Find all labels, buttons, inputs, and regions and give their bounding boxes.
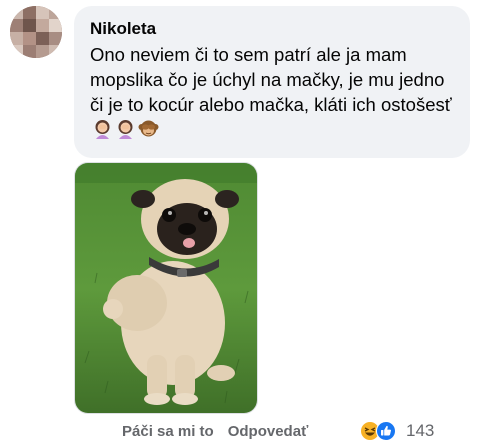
woman-facepalming-emoji <box>115 118 136 145</box>
comment-text: Ono neviem či to sem patrí ale ja mam mo… <box>90 42 454 145</box>
comment-bubble: Nikoleta Ono neviem či to sem patrí ale … <box>74 6 470 158</box>
comment-actions: Páči sa mi to Odpovedať <box>122 420 308 442</box>
pug-photo-image <box>75 163 257 413</box>
comment-line: ostošesť <box>381 94 452 115</box>
woman-facepalming-emoji <box>92 118 113 145</box>
reaction-count: 143 <box>406 421 435 440</box>
comment-photo[interactable] <box>74 162 258 414</box>
like-link[interactable]: Páči sa mi to <box>122 423 214 440</box>
reply-link[interactable]: Odpovedať <box>228 423 309 440</box>
avatar[interactable] <box>10 6 62 58</box>
reactions-summary[interactable]: 143 <box>360 419 434 443</box>
blurred-avatar-image <box>10 6 62 58</box>
like-reaction-icon <box>376 421 396 441</box>
comment-line: Ono neviem či to sem patrí ale ja mam <box>90 44 407 65</box>
see-no-evil-monkey-emoji <box>138 118 159 145</box>
comment-line: mopslika čo je úchyl na mačky, je mu <box>90 69 394 90</box>
comment-author[interactable]: Nikoleta <box>90 18 454 40</box>
